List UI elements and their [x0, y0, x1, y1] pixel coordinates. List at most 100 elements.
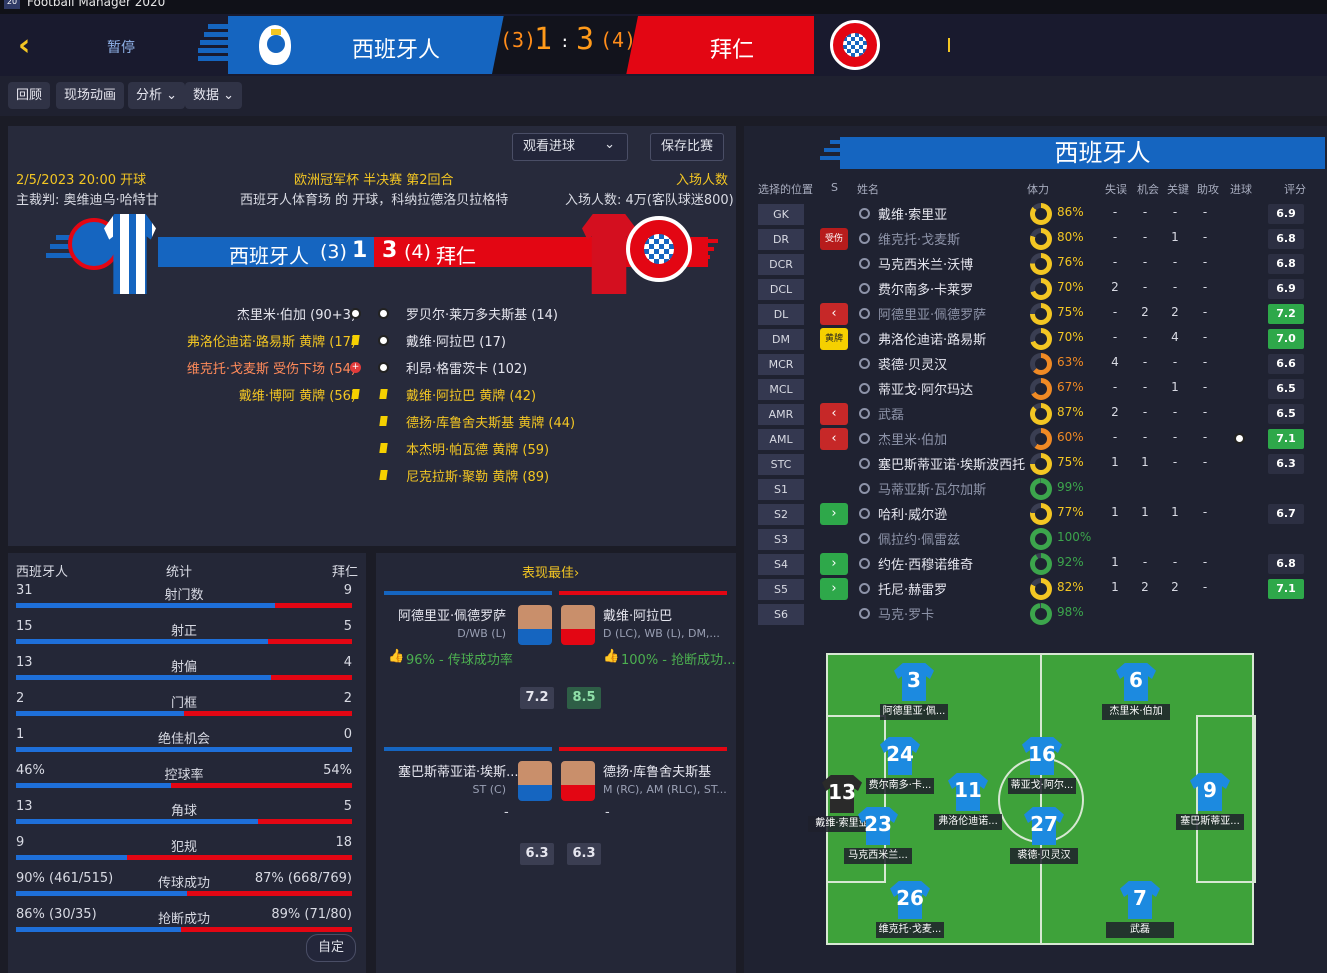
player-shirt[interactable]: 7 武磊: [1106, 881, 1174, 938]
squad-row[interactable]: S2 › 哈利·威尔逊 77% 1 1 1 - 6.7: [758, 502, 1314, 526]
event-text: 戴维·博阿 黄牌 (56): [238, 389, 356, 404]
stat-away-value: 5: [343, 619, 352, 634]
squad-row[interactable]: AMR ‹ 武磊 87% 2 - - - 6.5: [758, 402, 1314, 426]
player-name[interactable]: 佩拉约·佩雷兹: [878, 529, 960, 548]
player-name[interactable]: 马克西米兰·沃博: [878, 254, 973, 273]
squad-row[interactable]: DCL 费尔南多·卡莱罗 70% 2 - - - 6.9: [758, 277, 1314, 301]
goal-ball-icon: [1234, 433, 1245, 444]
col-rating[interactable]: 评分: [1284, 181, 1306, 197]
position-badge: DR: [758, 229, 804, 250]
col-chance[interactable]: 机会: [1137, 181, 1159, 197]
home-team-name: 西班牙人: [352, 38, 441, 63]
condition-value: 70%: [1057, 330, 1084, 344]
player-name[interactable]: 弗洛伦迪诺·路易斯: [878, 329, 986, 348]
condition-value: 87%: [1057, 405, 1084, 419]
stat-bar-home: [16, 783, 171, 788]
squad-row[interactable]: DM 黄牌 弗洛伦迪诺·路易斯 70% - - 4 - 7.0: [758, 327, 1314, 351]
squad-row[interactable]: DR 受伤 维克托·戈麦斯 80% - - 1 - 6.8: [758, 227, 1314, 251]
away-score-band-value: 3: [382, 238, 398, 263]
player-name[interactable]: 蒂亚戈·阿尔玛达: [878, 379, 973, 398]
player-shirt[interactable]: 27 裘德·贝灵汉: [1010, 807, 1078, 864]
col-s[interactable]: S: [831, 181, 838, 194]
player-shirt[interactable]: 3 阿德里亚·佩...: [880, 663, 948, 720]
tactics-pitch: 3 阿德里亚·佩... 6 杰里米·伯加 24 费尔南多·卡... 16 蒂亚戈·阿尔... 1…: [808, 653, 1256, 945]
stat-row: 86% (30/35) 抢断成功 89% (71/80): [16, 903, 352, 939]
col-name[interactable]: 姓名: [857, 181, 879, 197]
squad-row[interactable]: STC 塞巴斯蒂亚诺·埃斯波西托 75% 1 1 - - 6.3: [758, 452, 1314, 476]
col-lost[interactable]: 失误: [1105, 181, 1127, 197]
stat-cell: -: [1172, 205, 1178, 219]
player-shirt[interactable]: 9 塞巴斯蒂亚...: [1176, 773, 1244, 830]
chevron-down-icon: ⌄: [604, 137, 615, 152]
player-shirt[interactable]: 16 蒂亚戈·阿尔...: [1008, 737, 1076, 794]
squad-row[interactable]: DCR 马克西米兰·沃博 76% - - - - 6.8: [758, 252, 1314, 276]
player-name[interactable]: 维克托·戈麦斯: [878, 229, 960, 248]
replay-button[interactable]: 回顾: [8, 82, 51, 109]
player-shirt[interactable]: 23 马克西米兰...: [844, 807, 912, 864]
player-name[interactable]: 约佐·西穆诺维奇: [878, 554, 973, 573]
col-condition[interactable]: 体力: [1027, 181, 1049, 197]
save-match-button[interactable]: 保存比赛: [650, 133, 724, 161]
watch-goals-dropdown[interactable]: 观看进球 ⌄: [512, 133, 628, 161]
stat-bar-home: [16, 891, 188, 896]
col-goal[interactable]: 进球: [1230, 181, 1252, 197]
col-position[interactable]: 选择的位置: [758, 181, 813, 197]
stat-bar: [16, 783, 352, 788]
player-shirt[interactable]: 24 费尔南多·卡...: [866, 737, 934, 794]
col-key[interactable]: 关键: [1167, 181, 1189, 197]
best-player-card[interactable]: 阿德里亚·佩德罗萨 D/WB (L) 👍 96% - 传球成功率 7.2: [384, 583, 554, 733]
stat-label: 绝佳机会: [157, 732, 210, 747]
squad-row[interactable]: S6 马克·罗卡 98%: [758, 602, 1314, 626]
stat-bar: [16, 639, 352, 644]
squad-row[interactable]: MCL 蒂亚戈·阿尔玛达 67% - - 1 - 6.5: [758, 377, 1314, 401]
player-name[interactable]: 裘德·贝灵汉: [878, 354, 947, 373]
player-name[interactable]: 杰里米·伯加: [878, 429, 947, 448]
player-avatar-icon: [859, 233, 870, 244]
player-name[interactable]: 马克·罗卡: [878, 604, 934, 623]
player-shirt[interactable]: 26 维克托·戈麦...: [876, 881, 944, 938]
match-animation-button[interactable]: 现场动画: [56, 82, 125, 109]
pause-button[interactable]: 暂停: [107, 37, 135, 57]
shirt-number: 26: [896, 886, 924, 910]
player-shirt[interactable]: 6 杰里米·伯加: [1102, 663, 1170, 720]
player-name[interactable]: 费尔南多·卡莱罗: [878, 279, 973, 298]
squad-row[interactable]: S1 马蒂亚斯·瓦尔加斯 99%: [758, 477, 1314, 501]
stat-bar-home: [16, 639, 268, 644]
col-assist[interactable]: 助攻: [1197, 181, 1219, 197]
squad-row[interactable]: S4 › 约佐·西穆诺维奇 92% 1 - - - 6.8: [758, 552, 1314, 576]
player-stat: -: [605, 805, 610, 820]
best-player-card[interactable]: 德扬·库鲁舍夫斯基 M (RC), AM (RLC), ST... - 6.3: [559, 739, 727, 889]
squad-row[interactable]: S5 › 托尼·赫雷罗 82% 1 2 2 - 7.1: [758, 577, 1314, 601]
customise-button[interactable]: 自定: [306, 934, 356, 962]
stat-cell: 1: [1111, 455, 1119, 469]
event-text: 尼克拉斯·聚勒 黄牌 (89): [406, 470, 550, 485]
player-name[interactable]: 阿德里亚·佩德罗萨: [878, 304, 986, 323]
player-name[interactable]: 塞巴斯蒂亚诺·埃斯波西托: [878, 454, 1025, 473]
sub-off-icon: ‹: [820, 428, 848, 450]
squad-row[interactable]: S3 佩拉约·佩雷兹 100%: [758, 527, 1314, 551]
analysis-dropdown[interactable]: 分析 ⌄: [128, 82, 186, 109]
player-name[interactable]: 马蒂亚斯·瓦尔加斯: [878, 479, 986, 498]
squad-row[interactable]: GK 戴维·索里亚 86% - - - - 6.9: [758, 202, 1314, 226]
position-badge: GK: [758, 204, 804, 225]
player-name[interactable]: 戴维·索里亚: [878, 204, 947, 223]
player-name[interactable]: 哈利·威尔逊: [878, 504, 947, 523]
player-shirt[interactable]: 11 弗洛伦迪诺...: [934, 773, 1002, 830]
squad-row[interactable]: DL ‹ 阿德里亚·佩德罗萨 75% - 2 2 - 7.2: [758, 302, 1314, 326]
squad-row[interactable]: AML ‹ 杰里米·伯加 60% - - - - 7.1: [758, 427, 1314, 451]
back-arrow-icon[interactable]: ‹: [18, 31, 40, 61]
stat-bar-home: [16, 675, 272, 680]
best-player-card[interactable]: 塞巴斯蒂亚诺·埃斯... ST (C) - 6.3: [384, 739, 554, 889]
player-name[interactable]: 托尼·赫雷罗: [878, 579, 947, 598]
away-stripes-icon: [694, 239, 722, 265]
best-player-card[interactable]: 戴维·阿拉巴 D (LC), WB (L), DM,... 👍 100% - 抢断成功…: [559, 583, 736, 733]
best-players-link[interactable]: 表现最佳›: [522, 562, 579, 581]
player-name[interactable]: 武磊: [878, 404, 904, 423]
thumbs-up-icon: 👍: [388, 649, 405, 664]
player-shirt[interactable]: 13 戴维·索里亚: [808, 775, 876, 832]
condition-ring-hole: [1035, 583, 1047, 595]
player-avatar-icon: [859, 333, 870, 344]
data-dropdown[interactable]: 数据 ⌄: [185, 82, 243, 109]
condition-ring-hole: [1035, 433, 1047, 445]
squad-row[interactable]: MCR 裘德·贝灵汉 63% 4 - - - 6.6: [758, 352, 1314, 376]
